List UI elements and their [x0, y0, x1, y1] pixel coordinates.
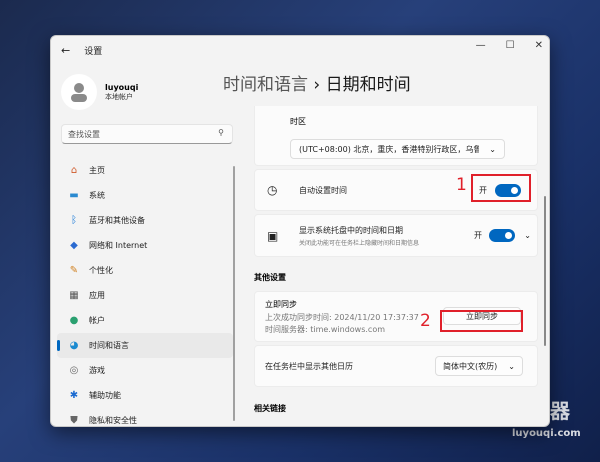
timezone-value: (UTC+08:00) 北京，重庆，香港特别行政区，乌鲁 [299, 144, 479, 154]
highlight-box-1 [471, 174, 531, 202]
page-title: 时间和语言 › 日期和时间 [223, 70, 411, 95]
sidebar-item-0[interactable]: ⌂ 主页 [57, 158, 233, 183]
account-icon: ● [69, 315, 79, 326]
sidebar-item-7[interactable]: ◕ 时间和语言 [57, 333, 233, 358]
accessibility-icon: ✱ [69, 390, 79, 401]
breadcrumb-current: 日期和时间 [325, 75, 411, 95]
tray-toggle[interactable] [489, 229, 515, 242]
sidebar-item-10[interactable]: ⛊ 隐私和安全性 [57, 408, 233, 426]
title-bar: ← 设置 [51, 36, 549, 64]
sidebar-item-label: 辅助功能 [89, 391, 121, 400]
sidebar-item-label: 蓝牙和其他设备 [89, 216, 145, 225]
apps-icon: ▦ [69, 290, 79, 301]
chevron-down-icon: ⌄ [489, 144, 496, 154]
back-arrow-icon[interactable]: ← [61, 44, 70, 57]
sidebar-item-label: 系统 [89, 191, 105, 200]
user-profile[interactable]: luyouqi 本地帐户 [61, 74, 138, 110]
tray-desc: 关闭此功能可在任务栏上隐藏时间和日期信息 [299, 239, 420, 247]
section-other-settings: 其他设置 [254, 273, 286, 282]
brush-icon: ✎ [69, 265, 79, 276]
sidebar-item-2[interactable]: ᛒ 蓝牙和其他设备 [57, 208, 233, 233]
sidebar-item-label: 个性化 [89, 266, 113, 275]
account-type: 本地帐户 [105, 92, 133, 101]
sidebar-scrollbar[interactable] [233, 166, 235, 421]
sidebar-item-8[interactable]: ◎ 游戏 [57, 358, 233, 383]
highlight-box-2 [440, 310, 523, 332]
content-scrollbar[interactable] [544, 196, 546, 346]
shield-icon: ⛊ [70, 415, 78, 426]
section-related-links: 相关链接 [254, 404, 286, 413]
calendar-dropdown[interactable]: 简体中文(农历) ⌄ [435, 356, 523, 376]
close-button[interactable]: ✕ [535, 40, 543, 51]
annotation-2: 2 [420, 311, 431, 331]
annotation-1: 1 [456, 175, 467, 195]
gamepad-icon: ◎ [69, 365, 79, 376]
home-icon: ⌂ [70, 165, 78, 176]
sidebar-item-6[interactable]: ● 帐户 [57, 308, 233, 333]
person-icon [71, 83, 87, 102]
maximize-button[interactable]: ☐ [506, 40, 515, 51]
sidebar-item-1[interactable]: ▬ 系统 [57, 183, 233, 208]
sidebar-item-3[interactable]: ◆ 网络和 Internet [57, 233, 233, 258]
sidebar-item-label: 时间和语言 [89, 341, 129, 350]
search-input[interactable]: 查找设置 ⚲ [61, 124, 233, 144]
breadcrumb-separator: › [313, 75, 321, 95]
sidebar-item-label: 网络和 Internet [89, 241, 148, 250]
breadcrumb-parent[interactable]: 时间和语言 [223, 75, 308, 95]
calendar-clock-icon: ▣ [267, 228, 279, 243]
calendar-label: 在任务栏中显示其他日历 [265, 361, 353, 371]
chevron-down-icon: ⌄ [508, 361, 515, 371]
wifi-icon: ◆ [70, 240, 78, 251]
sidebar-item-4[interactable]: ✎ 个性化 [57, 258, 233, 283]
avatar [61, 74, 97, 110]
tray-card: ▣ 显示系统托盘中的时间和日期关闭此功能可在任务栏上隐藏时间和日期信息 开 ⌄ [254, 214, 538, 257]
window-title: 设置 [84, 46, 103, 57]
tray-label: 显示系统托盘中的时间和日期 [299, 225, 403, 235]
sidebar-item-label: 主页 [89, 166, 105, 175]
settings-window: ← 设置 — ☐ ✕ luyouqi 本地帐户 查找设置 ⚲ ⌂ 主页 ▬ 系统 ᛒ 蓝牙和其… [50, 35, 550, 427]
sidebar-item-5[interactable]: ▦ 应用 [57, 283, 233, 308]
timezone-card: 时区 (UTC+08:00) 北京，重庆，香港特别行政区，乌鲁 ⌄ [254, 106, 538, 166]
sidebar-item-label: 应用 [89, 291, 105, 300]
auto-time-label: 自动设置时间 [299, 185, 347, 195]
user-name: luyouqi [105, 82, 139, 92]
calendar-card: 在任务栏中显示其他日历 简体中文(农历) ⌄ [254, 345, 538, 387]
calendar-value: 简体中文(农历) [443, 361, 498, 371]
search-icon: ⚲ [218, 128, 224, 137]
minimize-button[interactable]: — [476, 40, 486, 51]
monitor-icon: ▬ [69, 190, 79, 201]
sidebar-item-label: 隐私和安全性 [89, 416, 137, 425]
timezone-label: 时区 [290, 117, 306, 126]
search-placeholder: 查找设置 [68, 130, 100, 139]
sidebar-nav: ⌂ 主页 ▬ 系统 ᛒ 蓝牙和其他设备 ◆ 网络和 Internet ✎ 个性化 ▦ 应用 ● 帐户 ◕ 时间… [57, 158, 233, 426]
timezone-dropdown[interactable]: (UTC+08:00) 北京，重庆，香港特别行政区，乌鲁 ⌄ [290, 139, 505, 159]
sidebar-item-label: 帐户 [89, 316, 105, 325]
chevron-down-icon[interactable]: ⌄ [524, 231, 531, 240]
sidebar-item-label: 游戏 [89, 366, 105, 375]
bluetooth-icon: ᛒ [71, 215, 77, 226]
clock-icon: ◷ [267, 183, 278, 197]
sidebar-item-9[interactable]: ✱ 辅助功能 [57, 383, 233, 408]
watermark-url: luyouqi.com [512, 428, 581, 439]
globe-clock-icon: ◕ [69, 340, 79, 351]
tray-state: 开 [474, 231, 482, 240]
